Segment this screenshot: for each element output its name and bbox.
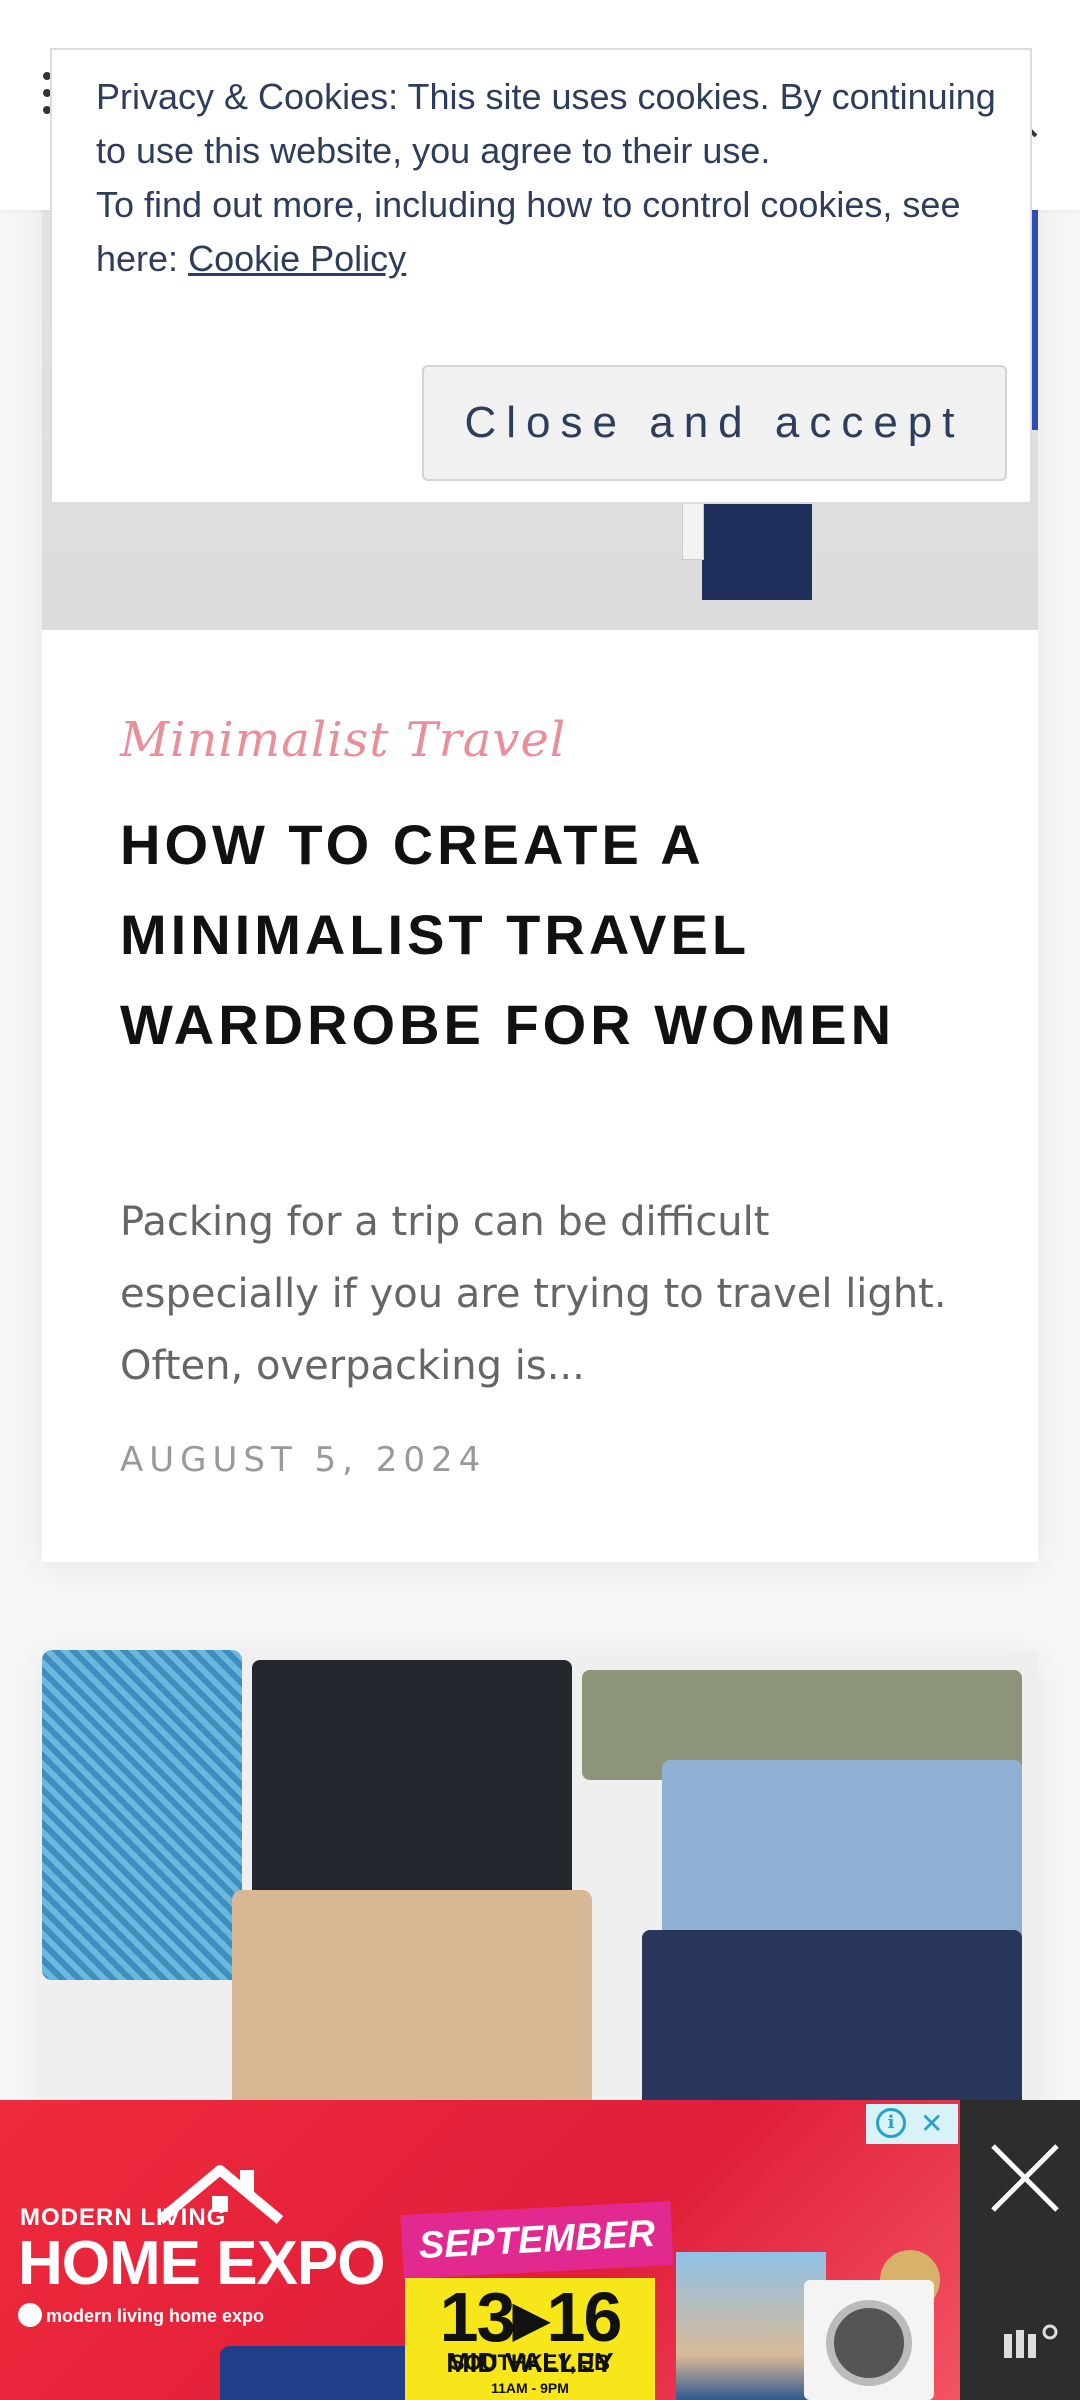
image-garment xyxy=(642,1930,1022,2110)
ad-hours: 11AM - 9PM xyxy=(491,2380,569,2396)
post-title-link[interactable]: HOW TO CREATE A MINIMALIST TRAVEL WARDRO… xyxy=(120,800,940,1070)
image-garment xyxy=(662,1760,1022,1950)
ad-banner: MODERN LIVING HOME EXPO modern living ho… xyxy=(0,2100,1080,2400)
ad-social-handle: modern living home expo xyxy=(46,2306,265,2326)
cookie-text-line1: Privacy & Cookies: This site uses cookie… xyxy=(96,76,996,171)
cookie-policy-link[interactable]: Cookie Policy xyxy=(188,238,406,279)
ad-creative[interactable]: MODERN LIVING HOME EXPO modern living ho… xyxy=(0,2100,960,2400)
social-icon xyxy=(18,2303,42,2327)
post-category-link[interactable]: Minimalist Travel xyxy=(120,712,566,768)
cookie-text: Privacy & Cookies: This site uses cookie… xyxy=(96,70,996,286)
cookie-notice: Privacy & Cookies: This site uses cookie… xyxy=(50,48,1032,504)
ad-dates: 13▸16 xyxy=(439,2278,623,2356)
sofa-icon xyxy=(220,2346,420,2400)
ad-month: SEPTEMBER xyxy=(400,2200,674,2280)
washing-machine-icon xyxy=(804,2280,934,2400)
close-and-accept-button[interactable]: Close and accept xyxy=(422,365,1007,481)
post-image[interactable] xyxy=(42,1650,1038,2110)
ad-brand-large: HOME EXPO xyxy=(18,2229,386,2298)
info-icon[interactable]: i xyxy=(876,2108,906,2138)
ad-close-small-icon[interactable]: ✕ xyxy=(920,2110,943,2138)
image-garment xyxy=(232,1890,592,2110)
post-date: AUGUST 5, 2024 xyxy=(120,1440,487,1480)
image-garment xyxy=(682,500,704,560)
ad-network-logo-icon xyxy=(1004,2324,1058,2358)
image-packing-cube xyxy=(42,1650,242,1980)
close-icon[interactable] xyxy=(985,2138,1065,2218)
post-excerpt: Packing for a trip can be difficult espe… xyxy=(120,1199,947,1389)
ad-city: SOUTHKEY, JB xyxy=(449,2350,611,2375)
